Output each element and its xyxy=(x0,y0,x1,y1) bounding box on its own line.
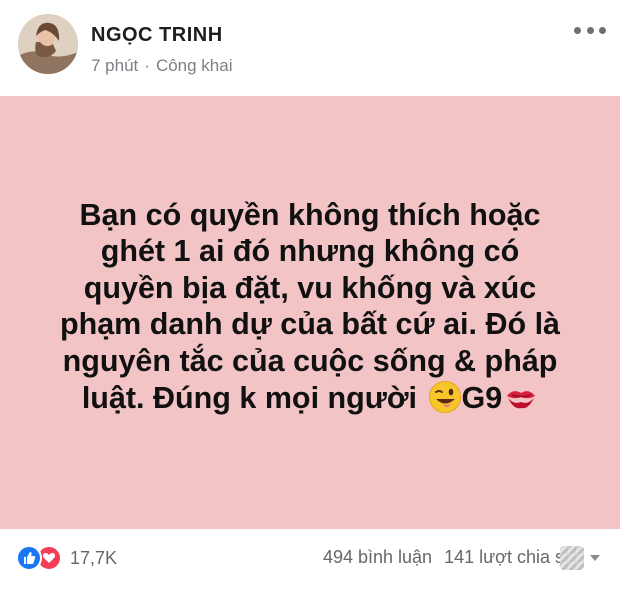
meta-separator: · xyxy=(144,56,150,75)
status-text: Bạn có quyền không thích hoặc ghét 1 ai … xyxy=(50,197,570,419)
author-avatar[interactable] xyxy=(18,14,78,74)
more-options-button[interactable] xyxy=(574,20,606,40)
winking-tongue-face-emoji xyxy=(428,380,462,414)
status-line: quyền bịa đặt, vu khống và xúc xyxy=(83,270,537,305)
status-line: phạm danh dự của bất cứ ai. Đó là xyxy=(59,307,561,342)
more-dot-icon xyxy=(586,26,594,34)
reaction-summary[interactable]: 17,7K xyxy=(16,545,117,571)
chevron-down-icon[interactable] xyxy=(590,555,600,561)
status-line: Bạn có quyền không thích hoặc xyxy=(79,197,541,232)
status-background: Bạn có quyền không thích hoặc ghét 1 ai … xyxy=(0,96,620,529)
share-count[interactable]: 141 lượt chia sẻ xyxy=(444,547,574,567)
post-footer: 17,7K 494 bình luận 141 lượt chia sẻ xyxy=(0,529,620,590)
privacy-label: Công khai xyxy=(155,56,233,75)
reaction-count[interactable]: 17,7K xyxy=(70,548,117,569)
post-meta: 7 phút · Công khai xyxy=(91,56,233,76)
status-line: G9 xyxy=(461,380,503,415)
author-name[interactable]: NGỌC TRINH xyxy=(91,24,223,47)
status-line: ghét 1 ai đó nhưng không có xyxy=(100,234,520,269)
status-line: luật. Đúng k mọi người xyxy=(81,380,418,415)
comment-count[interactable]: 494 bình luận xyxy=(323,547,432,567)
post-time[interactable]: 7 phút xyxy=(91,56,138,76)
more-dot-icon xyxy=(574,26,581,34)
viewer-avatar[interactable] xyxy=(560,546,584,570)
like-icon xyxy=(16,545,42,571)
more-dot-icon xyxy=(599,26,606,34)
status-line: nguyên tắc của cuộc sống & pháp xyxy=(62,343,558,378)
kiss-mark-emoji xyxy=(504,380,538,414)
post-header: NGỌC TRINH 7 phút · Công khai xyxy=(0,0,620,96)
engagement-stats: 494 bình luận 141 lượt chia sẻ xyxy=(311,547,574,568)
